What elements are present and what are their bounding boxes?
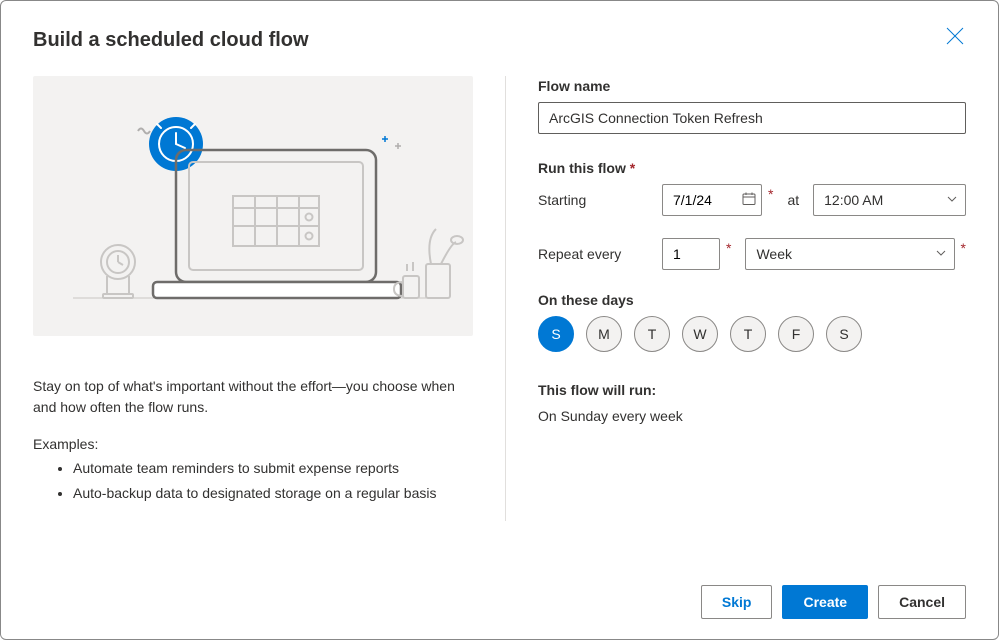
day-toggle-thu[interactable]: T [730, 316, 766, 352]
examples-list: Automate team reminders to submit expens… [33, 458, 473, 504]
day-toggle-sat[interactable]: S [826, 316, 862, 352]
days-of-week-row: S M T W T F S [538, 316, 966, 352]
day-toggle-fri[interactable]: F [778, 316, 814, 352]
day-toggle-wed[interactable]: W [682, 316, 718, 352]
intro-description: Stay on top of what's important without … [33, 376, 473, 418]
right-column: Flow name Run this flow Starting [538, 76, 966, 571]
schedule-illustration [33, 76, 473, 336]
required-indicator: * [961, 240, 966, 256]
day-toggle-sun[interactable]: S [538, 316, 574, 352]
flow-will-run-label: This flow will run: [538, 382, 966, 398]
day-toggle-tue[interactable]: T [634, 316, 670, 352]
dialog-footer: Skip Create Cancel [33, 571, 966, 619]
close-button[interactable] [946, 27, 964, 45]
skip-button[interactable]: Skip [701, 585, 773, 619]
create-button[interactable]: Create [782, 585, 868, 619]
example-item: Automate team reminders to submit expens… [73, 458, 473, 479]
starting-label: Starting [538, 192, 648, 208]
on-these-days-label: On these days [538, 292, 966, 308]
example-item: Auto-backup data to designated storage o… [73, 483, 473, 504]
required-indicator: * [726, 240, 731, 256]
repeat-unit-value: Week [756, 246, 792, 262]
at-label: at [787, 192, 799, 208]
dialog-title: Build a scheduled cloud flow [33, 29, 966, 52]
examples-heading: Examples: [33, 436, 473, 452]
flow-name-label: Flow name [538, 78, 966, 94]
starting-date-input[interactable] [662, 184, 762, 216]
flow-will-run-text: On Sunday every week [538, 408, 966, 424]
repeat-unit-select[interactable]: Week [745, 238, 954, 270]
flow-name-input[interactable] [538, 102, 966, 134]
starting-time-select[interactable]: 12:00 AM [813, 184, 966, 216]
scheduled-flow-dialog: Build a scheduled cloud flow [0, 0, 999, 640]
vertical-divider [505, 76, 506, 521]
repeat-count-input[interactable] [662, 238, 720, 270]
repeat-every-label: Repeat every [538, 246, 648, 262]
close-icon [946, 27, 964, 45]
required-indicator: * [768, 186, 773, 202]
left-column: Stay on top of what's important without … [33, 76, 473, 571]
day-toggle-mon[interactable]: M [586, 316, 622, 352]
starting-time-value: 12:00 AM [824, 192, 883, 208]
cancel-button[interactable]: Cancel [878, 585, 966, 619]
dialog-body: Stay on top of what's important without … [33, 76, 966, 571]
run-this-flow-label: Run this flow [538, 160, 966, 176]
